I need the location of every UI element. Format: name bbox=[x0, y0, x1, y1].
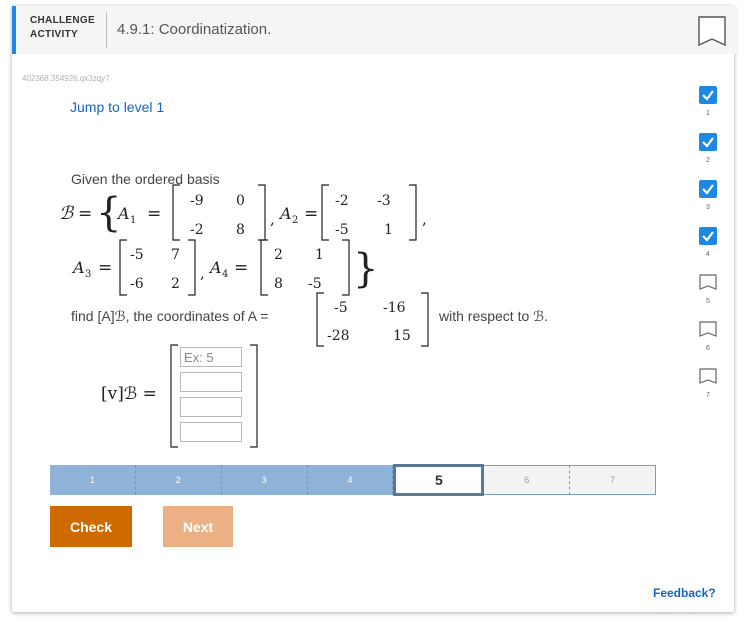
equals-sign: = bbox=[304, 204, 318, 224]
checkmark-icon bbox=[699, 86, 717, 104]
next-button[interactable]: Next bbox=[163, 506, 233, 547]
empty-box-icon bbox=[699, 321, 717, 337]
A4-cell: 8 bbox=[274, 276, 283, 292]
A1-cell: -9 bbox=[190, 193, 204, 209]
level-7[interactable]: 7 bbox=[570, 465, 657, 495]
empty-box-icon bbox=[699, 368, 717, 384]
level-bar: 1 2 3 4 5 6 7 bbox=[50, 464, 657, 496]
level-4[interactable]: 4 bbox=[307, 465, 394, 495]
level-6[interactable]: 6 bbox=[484, 465, 571, 495]
A3-label: A bbox=[71, 258, 85, 277]
A2-cell: -2 bbox=[335, 193, 349, 209]
A4-label: A bbox=[208, 258, 222, 277]
equals-sign: = bbox=[98, 258, 112, 278]
progress-item-6: 6 bbox=[698, 321, 718, 352]
A3-cell: 7 bbox=[171, 247, 180, 263]
A-cell: -5 bbox=[334, 300, 348, 316]
level-2[interactable]: 2 bbox=[135, 465, 222, 495]
A3-cell: 2 bbox=[171, 276, 180, 292]
answer-input-4[interactable] bbox=[180, 422, 242, 442]
progress-item-4: 4 bbox=[698, 227, 718, 258]
feedback-link[interactable]: Feedback? bbox=[653, 586, 716, 600]
level-3[interactable]: 3 bbox=[221, 465, 308, 495]
checkmark-icon bbox=[699, 133, 717, 151]
challenge-card: CHALLENGE ACTIVITY 4.9.1: Coordinatizati… bbox=[12, 6, 738, 612]
empty-box-icon bbox=[699, 274, 717, 290]
A2-subscript: 2 bbox=[292, 215, 298, 226]
A-cell: -16 bbox=[383, 300, 406, 316]
check-button[interactable]: Check bbox=[50, 506, 132, 547]
A1-cell: -2 bbox=[190, 222, 204, 238]
comma: , bbox=[200, 264, 205, 282]
progress-number: 6 bbox=[706, 345, 710, 352]
equals-sign: = bbox=[78, 204, 92, 224]
progress-item-2: 2 bbox=[698, 133, 718, 164]
A1-cell: 0 bbox=[236, 193, 245, 209]
A4-cell: -5 bbox=[308, 276, 322, 292]
progress-number: 7 bbox=[706, 392, 710, 399]
A3-cell: -6 bbox=[130, 276, 144, 292]
progress-item-1: 1 bbox=[698, 86, 718, 117]
answer-input-3[interactable] bbox=[180, 397, 242, 417]
progress-item-5: 5 bbox=[698, 274, 718, 305]
A4-subscript: 4 bbox=[222, 269, 228, 280]
progress-number: 2 bbox=[706, 157, 710, 164]
respect-text: with respect to ℬ. bbox=[439, 308, 549, 324]
progress-number: 1 bbox=[706, 110, 710, 117]
progress-item-7: 7 bbox=[698, 368, 718, 399]
basis-symbol: ℬ bbox=[59, 203, 75, 224]
A2-label: A bbox=[278, 204, 292, 223]
level-5[interactable]: 5 bbox=[393, 464, 485, 496]
answer-input-2[interactable] bbox=[180, 372, 242, 392]
find-text: find [A]ℬ, the coordinates of A = bbox=[71, 308, 269, 324]
right-brace: } bbox=[353, 246, 378, 292]
A4-cell: 1 bbox=[315, 247, 324, 263]
progress-number: 3 bbox=[706, 204, 710, 211]
answer-input-1[interactable] bbox=[180, 347, 242, 367]
level-1[interactable]: 1 bbox=[50, 465, 136, 495]
A2-cell: 1 bbox=[384, 222, 393, 238]
equals-sign: = bbox=[147, 204, 161, 224]
comma: , bbox=[422, 210, 427, 228]
progress-number: 5 bbox=[706, 298, 710, 305]
A1-cell: 8 bbox=[236, 222, 245, 238]
A2-cell: -5 bbox=[335, 222, 349, 238]
A1-subscript: 1 bbox=[130, 215, 136, 226]
A3-cell: -5 bbox=[130, 247, 144, 263]
A1-label: A bbox=[116, 204, 130, 223]
comma: , bbox=[270, 210, 275, 228]
A4-cell: 2 bbox=[274, 247, 283, 263]
equals-sign: = bbox=[234, 258, 248, 278]
A-cell: 15 bbox=[393, 328, 411, 344]
answer-label: [v]ℬ = bbox=[101, 384, 157, 404]
progress-number: 4 bbox=[706, 251, 710, 258]
A3-subscript: 3 bbox=[85, 269, 91, 280]
A-cell: -28 bbox=[327, 328, 350, 344]
checkmark-icon bbox=[699, 227, 717, 245]
progress-item-3: 3 bbox=[698, 180, 718, 211]
A2-cell: -3 bbox=[377, 193, 391, 209]
checkmark-icon bbox=[699, 180, 717, 198]
